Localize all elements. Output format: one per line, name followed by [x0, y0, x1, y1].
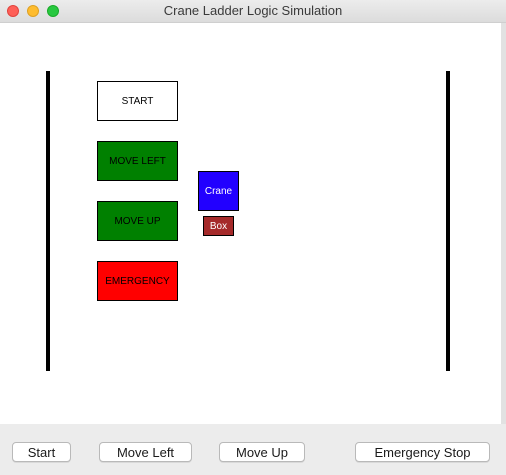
move-left-button[interactable]: Move Left: [99, 442, 192, 462]
box-block: Box: [203, 216, 234, 236]
start-rung-indicator: START: [97, 81, 178, 121]
canvas-edge: [501, 23, 506, 424]
title-bar: Crane Ladder Logic Simulation: [0, 0, 506, 23]
right-ladder-rail: [446, 71, 450, 371]
left-ladder-rail: [46, 71, 50, 371]
app-window: Crane Ladder Logic Simulation START MOVE…: [0, 0, 506, 475]
move-up-rung-indicator: MOVE UP: [97, 201, 178, 241]
crane-block: Crane: [198, 171, 239, 211]
emergency-stop-button[interactable]: Emergency Stop: [355, 442, 490, 462]
move-left-rung-indicator: MOVE LEFT: [97, 141, 178, 181]
emergency-rung-indicator: EMERGENCY: [97, 261, 178, 301]
simulation-canvas: START MOVE LEFT MOVE UP EMERGENCY Crane …: [0, 23, 501, 424]
move-up-button[interactable]: Move Up: [219, 442, 305, 462]
window-title: Crane Ladder Logic Simulation: [163, 3, 343, 18]
start-button[interactable]: Start: [12, 442, 71, 462]
